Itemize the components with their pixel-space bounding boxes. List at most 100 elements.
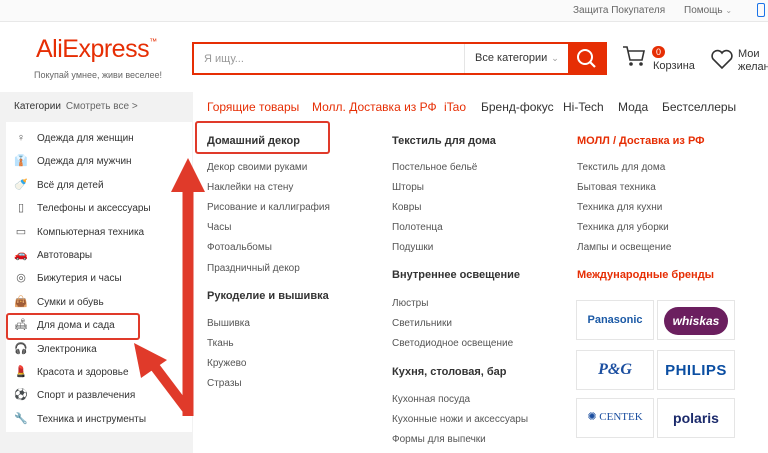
sidebar-title: Категории xyxy=(14,101,61,112)
whiskas-logo: whiskas xyxy=(663,307,729,335)
help-menu[interactable]: Помощь ⌄ xyxy=(684,5,732,16)
sidebar-item-jewelry[interactable]: ◎ Бижутерия и часы xyxy=(6,267,192,290)
heart-icon[interactable] xyxy=(710,48,734,75)
kitchen-title[interactable]: Кухня, столовая, бар xyxy=(392,366,507,378)
sidebar-item-women[interactable]: ♀ Одежда для женщин xyxy=(6,127,192,150)
indoor-lighting-title[interactable]: Внутреннее освещение xyxy=(392,269,520,281)
link-photo-albums[interactable]: Фотоальбомы xyxy=(207,242,272,253)
link-cookware[interactable]: Кухонная посуда xyxy=(392,394,470,405)
aliexpress-logo[interactable]: AliExpress™ xyxy=(36,35,157,64)
link-baking-forms[interactable]: Формы для выпечки xyxy=(392,434,486,445)
sidebar-item-label: Спорт и развлечения xyxy=(37,390,136,402)
sidebar-item-label: Техника и инструменты xyxy=(37,413,147,425)
sidebar-item-electronics[interactable]: 🎧 Электроника xyxy=(6,338,192,361)
link-rugs[interactable]: Ковры xyxy=(392,202,421,213)
trademark-icon: ™ xyxy=(149,37,157,46)
sidebar-item-kids[interactable]: 🍼 Всё для детей xyxy=(6,174,192,197)
nav-itao[interactable]: iTao xyxy=(444,100,466,114)
home-garden-highlight xyxy=(6,313,140,340)
link-chandeliers[interactable]: Люстры xyxy=(392,298,428,309)
sidebar-item-phones[interactable]: ▯ Телефоны и аксессуары xyxy=(6,197,192,220)
bag-icon: 👜 xyxy=(14,295,28,308)
link-appliances[interactable]: Бытовая техника xyxy=(577,182,656,193)
pg-logo: P&G xyxy=(598,361,632,378)
main-nav: Горящие товары Молл. Доставка из РФ iTao… xyxy=(193,92,768,122)
centek-logo-text: CENTEK xyxy=(599,411,643,423)
wishlist-label[interactable]: Мои желания xyxy=(738,48,768,74)
home-decor-highlight xyxy=(195,121,330,154)
link-mall-textile[interactable]: Текстиль для дома xyxy=(577,162,665,173)
link-fabric[interactable]: Ткань xyxy=(207,338,234,349)
shirt-icon: 👔 xyxy=(14,155,28,168)
sidebar-item-bags[interactable]: 👜 Сумки и обувь xyxy=(6,291,192,314)
search-button[interactable] xyxy=(568,44,605,73)
sidebar-item-label: Сумки и обувь xyxy=(37,296,104,308)
sidebar-item-label: Всё для детей xyxy=(37,179,104,191)
nav-fashion[interactable]: Мода xyxy=(618,100,648,114)
link-towels[interactable]: Полотенца xyxy=(392,222,443,233)
sidebar-header: Категории Смотреть все > xyxy=(6,92,192,122)
search-input[interactable]: Я ищу... xyxy=(204,53,244,65)
category-dropdown-panel: Домашний декор Декор своими руками Накле… xyxy=(193,122,768,453)
see-all-link[interactable]: Смотреть все > xyxy=(66,101,138,112)
link-embroidery[interactable]: Вышивка xyxy=(207,318,250,329)
phone-app-icon[interactable] xyxy=(757,3,765,17)
dress-icon: ♀ xyxy=(16,132,26,144)
nav-brand-focus[interactable]: Бренд-фокус xyxy=(481,100,554,114)
link-pillows[interactable]: Подушки xyxy=(392,242,433,253)
link-diy-decor[interactable]: Декор своими руками xyxy=(207,162,307,173)
brands-title[interactable]: Международные бренды xyxy=(577,269,714,281)
nav-bestsellers[interactable]: Бестселлеры xyxy=(662,100,736,114)
sidebar-item-label: Одежда для мужчин xyxy=(37,156,132,168)
link-rhinestones[interactable]: Стразы xyxy=(207,378,242,389)
chevron-down-icon: ⌄ xyxy=(725,6,733,15)
sidebar-item-men[interactable]: 👔 Одежда для мужчин xyxy=(6,150,192,173)
tools-icon: 🔧 xyxy=(14,412,28,425)
category-sidebar: Категории Смотреть все > ♀ Одежда для женщ… xyxy=(6,92,192,432)
cart-icon[interactable] xyxy=(622,44,646,73)
mall-title[interactable]: МОЛЛ / Доставка из РФ xyxy=(577,135,705,147)
link-lamps[interactable]: Светильники xyxy=(392,318,452,329)
nav-hot-deals[interactable]: Горящие товары xyxy=(207,100,299,114)
category-select[interactable]: Все категории ⌄ xyxy=(464,44,570,73)
brand-centek[interactable]: ✺ CENTEK xyxy=(576,398,654,438)
link-cleaning-appliances[interactable]: Техника для уборки xyxy=(577,222,669,233)
link-kitchen-appliances[interactable]: Техника для кухни xyxy=(577,202,662,213)
slogan: Покупай умнее, живи веселее! xyxy=(34,70,162,80)
cart-label[interactable]: Корзина xyxy=(653,60,695,72)
sidebar-item-beauty[interactable]: 💄 Красота и здоровье xyxy=(6,361,192,384)
link-bedding[interactable]: Постельное бельё xyxy=(392,162,477,173)
brand-whiskas[interactable]: whiskas xyxy=(657,300,735,340)
ring-icon: ◎ xyxy=(16,272,26,285)
nav-mall-russia[interactable]: Молл. Доставка из РФ xyxy=(312,100,437,114)
sidebar-item-label: Красота и здоровье xyxy=(37,366,129,378)
sidebar-item-computers[interactable]: ▭ Компьютерная техника xyxy=(6,221,192,244)
link-lamps-lighting[interactable]: Лампы и освещение xyxy=(577,242,671,253)
brand-panasonic[interactable]: Panasonic xyxy=(576,300,654,340)
phone-icon: ▯ xyxy=(17,202,25,215)
nav-hi-tech[interactable]: Hi-Tech xyxy=(563,100,604,114)
brand-polaris[interactable]: polaris xyxy=(657,398,735,438)
column-home-decor: Домашний декор Декор своими руками Накле… xyxy=(207,122,377,453)
link-curtains[interactable]: Шторы xyxy=(392,182,424,193)
link-drawing[interactable]: Рисование и каллиграфия xyxy=(207,202,330,213)
link-lace[interactable]: Кружево xyxy=(207,358,246,369)
cart-count-badge: 0 xyxy=(652,46,666,58)
link-kitchen-knives[interactable]: Кухонные ножи и аксессуары xyxy=(392,414,528,425)
computer-icon: ▭ xyxy=(15,225,27,238)
brand-pg[interactable]: P&G xyxy=(576,350,654,390)
needlework-title[interactable]: Рукоделие и вышивка xyxy=(207,290,329,302)
link-clocks[interactable]: Часы xyxy=(207,222,231,233)
sidebar-item-sport[interactable]: ⚽ Спорт и развлечения xyxy=(6,384,192,407)
sidebar-item-tools[interactable]: 🔧 Техника и инструменты xyxy=(6,408,192,431)
brand-philips[interactable]: PHILIPS xyxy=(657,350,735,390)
sidebar-item-auto[interactable]: 🚗 Автотовары xyxy=(6,244,192,267)
link-led-lighting[interactable]: Светодиодное освещение xyxy=(392,338,513,349)
sidebar-item-label: Бижутерия и часы xyxy=(37,273,122,285)
link-wall-stickers[interactable]: Наклейки на стену xyxy=(207,182,293,193)
link-festive-decor[interactable]: Праздничный декор xyxy=(207,263,300,274)
column-home-textile: Текстиль для дома Постельное бельё Шторы… xyxy=(392,122,572,453)
buyer-protection-link[interactable]: Защита Покупателя xyxy=(573,5,665,16)
polaris-logo: polaris xyxy=(673,410,719,426)
home-textile-title[interactable]: Текстиль для дома xyxy=(392,135,496,147)
